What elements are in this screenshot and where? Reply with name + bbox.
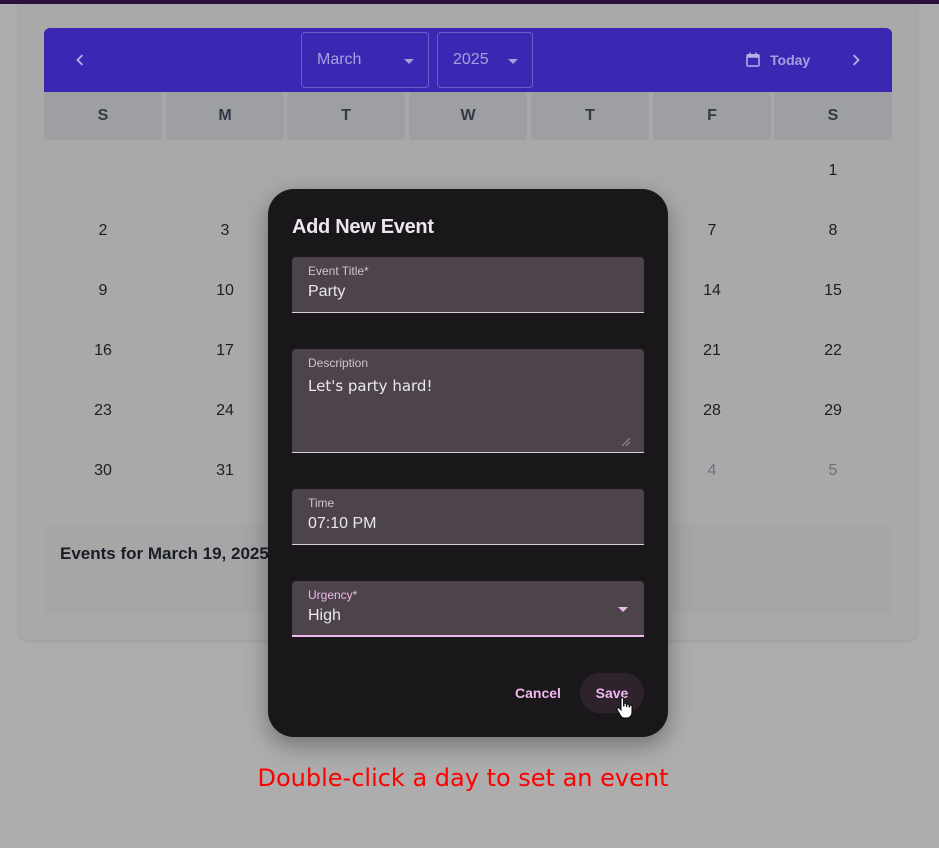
day-cell[interactable]: 17 — [166, 323, 284, 379]
day-cell-next-month[interactable]: 5 — [774, 443, 892, 499]
event-title-label: Event Title* — [308, 264, 369, 278]
day-cell[interactable]: 1 — [774, 143, 892, 199]
weekday-header: M — [166, 92, 284, 140]
day-cell[interactable]: 8 — [774, 203, 892, 259]
day-cell[interactable]: 30 — [44, 443, 162, 499]
day-cell[interactable]: 15 — [774, 263, 892, 319]
calendar-icon — [746, 52, 760, 67]
day-cell[interactable]: 7 — [653, 203, 771, 259]
add-event-dialog: Add New Event Event Title* Party Descrip… — [268, 189, 668, 737]
description-label: Description — [308, 356, 369, 370]
weekday-header: F — [653, 92, 771, 140]
time-value: 07:10 PM — [308, 515, 377, 532]
event-title-value: Party — [308, 283, 346, 300]
urgency-select[interactable]: Urgency* High — [292, 581, 644, 637]
weekday-header: T — [287, 92, 405, 140]
weekday-header: S — [44, 92, 162, 140]
hint-text: Double-click a day to set an event — [257, 764, 669, 792]
prev-month-button[interactable] — [64, 44, 96, 76]
day-cell[interactable]: 29 — [774, 383, 892, 439]
save-button[interactable]: Save — [580, 673, 644, 713]
today-label: Today — [770, 52, 811, 68]
day-cell-next-month[interactable]: 4 — [653, 443, 771, 499]
next-month-button[interactable] — [840, 44, 872, 76]
hand-pointer-icon — [616, 697, 633, 719]
day-cell[interactable]: 3 — [166, 203, 284, 259]
weekday-header: T — [531, 92, 649, 140]
year-select-value: 2025 — [453, 51, 489, 68]
day-cell[interactable]: 10 — [166, 263, 284, 319]
day-cell[interactable]: 23 — [44, 383, 162, 439]
urgency-label: Urgency* — [308, 588, 358, 602]
urgency-value: High — [308, 607, 341, 624]
day-cell[interactable]: 22 — [774, 323, 892, 379]
caret-down-icon — [508, 59, 518, 64]
calendar-header: March 2025 Today — [44, 28, 892, 92]
time-label: Time — [308, 496, 335, 510]
description-field[interactable]: Description Let's party hard! — [292, 349, 644, 453]
weekday-header: S — [774, 92, 892, 140]
resize-handle-icon[interactable] — [622, 438, 630, 446]
day-cell[interactable]: 2 — [44, 203, 162, 259]
caret-down-icon — [404, 59, 414, 64]
day-cell[interactable]: 14 — [653, 263, 771, 319]
day-cell[interactable]: 28 — [653, 383, 771, 439]
weekday-header: W — [409, 92, 527, 140]
day-cell[interactable]: 31 — [166, 443, 284, 499]
day-cell[interactable]: 16 — [44, 323, 162, 379]
caret-down-icon — [618, 607, 628, 612]
month-select-value: March — [317, 51, 362, 68]
day-cell[interactable]: 9 — [44, 263, 162, 319]
events-title: Events for March 19, 2025 — [60, 544, 269, 563]
dialog-title: Add New Event — [292, 216, 434, 238]
cancel-button[interactable]: Cancel — [504, 673, 572, 713]
day-cell[interactable]: 21 — [653, 323, 771, 379]
event-title-field[interactable]: Event Title* Party — [292, 257, 644, 313]
today-button[interactable]: Today — [744, 44, 810, 76]
description-value: Let's party hard! — [308, 377, 433, 395]
time-field[interactable]: Time 07:10 PM — [292, 489, 644, 545]
month-select[interactable]: March — [301, 32, 429, 88]
weekday-header-row: S M T W T F S — [44, 92, 892, 140]
chevron-left-icon — [76, 54, 84, 66]
chevron-right-icon — [852, 54, 860, 66]
day-cell[interactable]: 24 — [166, 383, 284, 439]
year-select[interactable]: 2025 — [437, 32, 533, 88]
